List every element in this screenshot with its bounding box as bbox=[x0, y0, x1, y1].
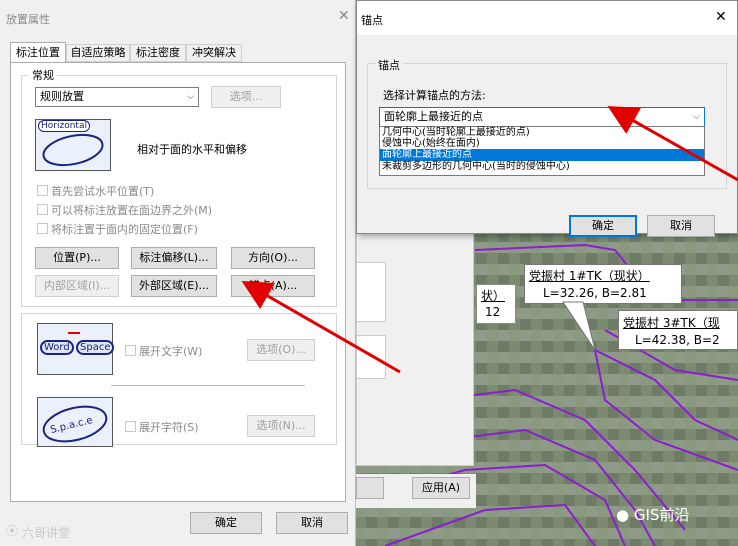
arrow-to-anchor-button bbox=[241, 281, 401, 374]
annotation-arrows bbox=[241, 106, 738, 374]
arrow-to-anchor-select bbox=[607, 106, 738, 182]
